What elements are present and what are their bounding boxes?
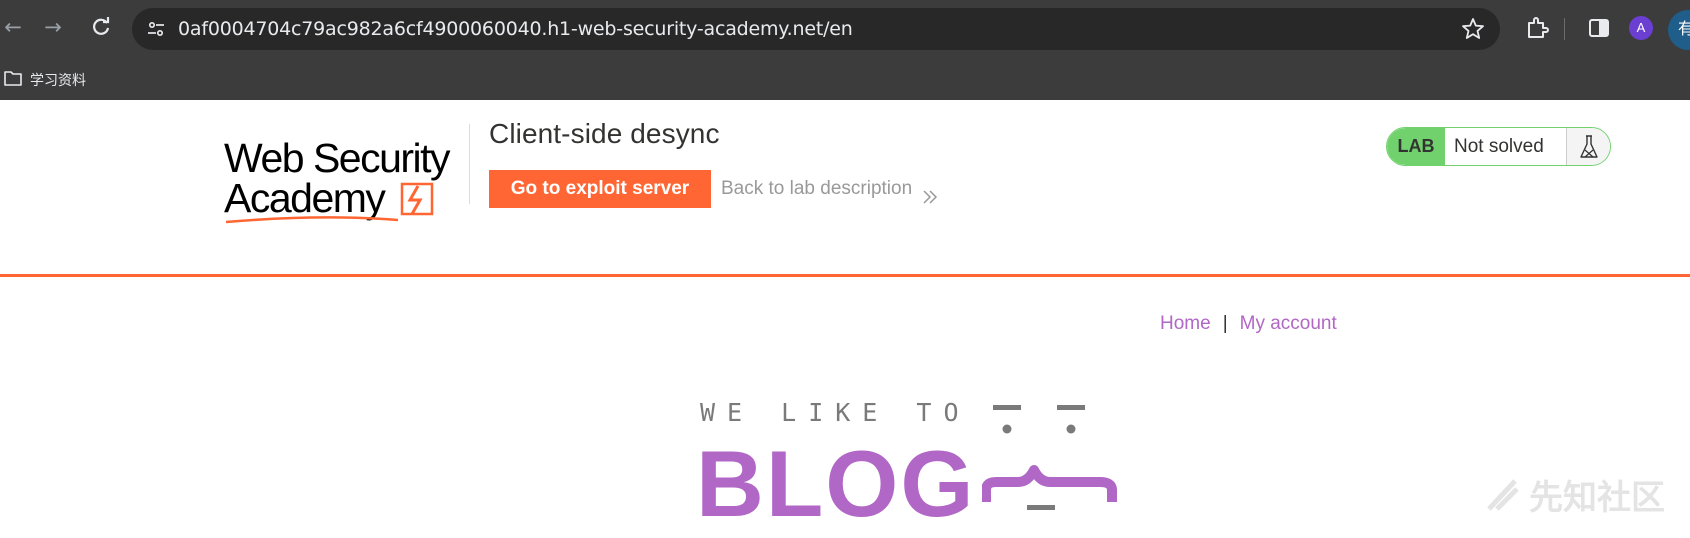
reload-icon[interactable] — [88, 14, 114, 40]
logo-divider — [469, 124, 470, 204]
nav-separator: | — [1222, 313, 1228, 334]
profile-avatar[interactable]: A — [1629, 16, 1653, 40]
watermark-logo-icon — [1487, 478, 1519, 511]
toolbar-divider — [1564, 18, 1565, 40]
hero-tagline: WE LIKE TO — [700, 398, 971, 427]
bookmark-folder[interactable]: 学习资料 — [4, 69, 86, 91]
my-account-link[interactable]: My account — [1240, 313, 1337, 335]
lab-status-text: Not solved — [1454, 136, 1544, 157]
lab-title: Client-side desync — [489, 118, 720, 149]
lab-badge: LAB — [1387, 128, 1445, 165]
blog-hero-logo: WE LIKE TO BLOG — [696, 394, 1140, 536]
double-chevron-right-icon — [922, 181, 938, 204]
star-icon[interactable] — [1460, 16, 1486, 42]
logo-line2: Academy — [224, 175, 386, 221]
folder-icon — [4, 70, 22, 91]
side-panel-icon[interactable] — [1586, 15, 1612, 41]
web-security-academy-logo[interactable]: Web Security Academy — [222, 126, 468, 226]
browser-toolbar: ← → 0af0004704c79ac982a6cf4900060040.h1-… — [0, 0, 1690, 60]
hero-title: BLOG — [696, 431, 976, 536]
forward-arrow-icon[interactable]: → — [40, 14, 66, 40]
lab-status-widget: LAB Not solved — [1386, 127, 1611, 166]
curly-face-icon — [982, 405, 1117, 510]
home-link[interactable]: Home — [1160, 313, 1211, 335]
profile-button[interactable]: 有 — [1668, 10, 1690, 50]
go-to-exploit-server-button[interactable]: Go to exploit server — [489, 170, 711, 208]
bookmark-label: 学习资料 — [30, 72, 86, 88]
watermark-text: 先知社区 — [1529, 478, 1665, 518]
watermark: 先知社区 — [1485, 470, 1665, 519]
header-separator — [0, 274, 1690, 277]
bookmarks-bar: 学习资料 — [0, 60, 1690, 100]
blog-nav: Home | My account — [1160, 313, 1337, 335]
extensions-icon[interactable] — [1524, 15, 1550, 41]
lab-header: Web Security Academy Client-side desync … — [0, 100, 1690, 276]
back-arrow-icon[interactable]: ← — [0, 14, 26, 40]
back-link-label: Back to lab description — [721, 178, 913, 199]
browser-chrome: ← → 0af0004704c79ac982a6cf4900060040.h1-… — [0, 0, 1690, 100]
address-bar[interactable]: 0af0004704c79ac982a6cf4900060040.h1-web-… — [132, 8, 1500, 50]
flask-icon — [1566, 128, 1610, 165]
site-info-icon[interactable] — [144, 17, 168, 41]
back-to-lab-description-link[interactable]: Back to lab description — [721, 170, 938, 208]
url-text[interactable]: 0af0004704c79ac982a6cf4900060040.h1-web-… — [178, 8, 853, 50]
